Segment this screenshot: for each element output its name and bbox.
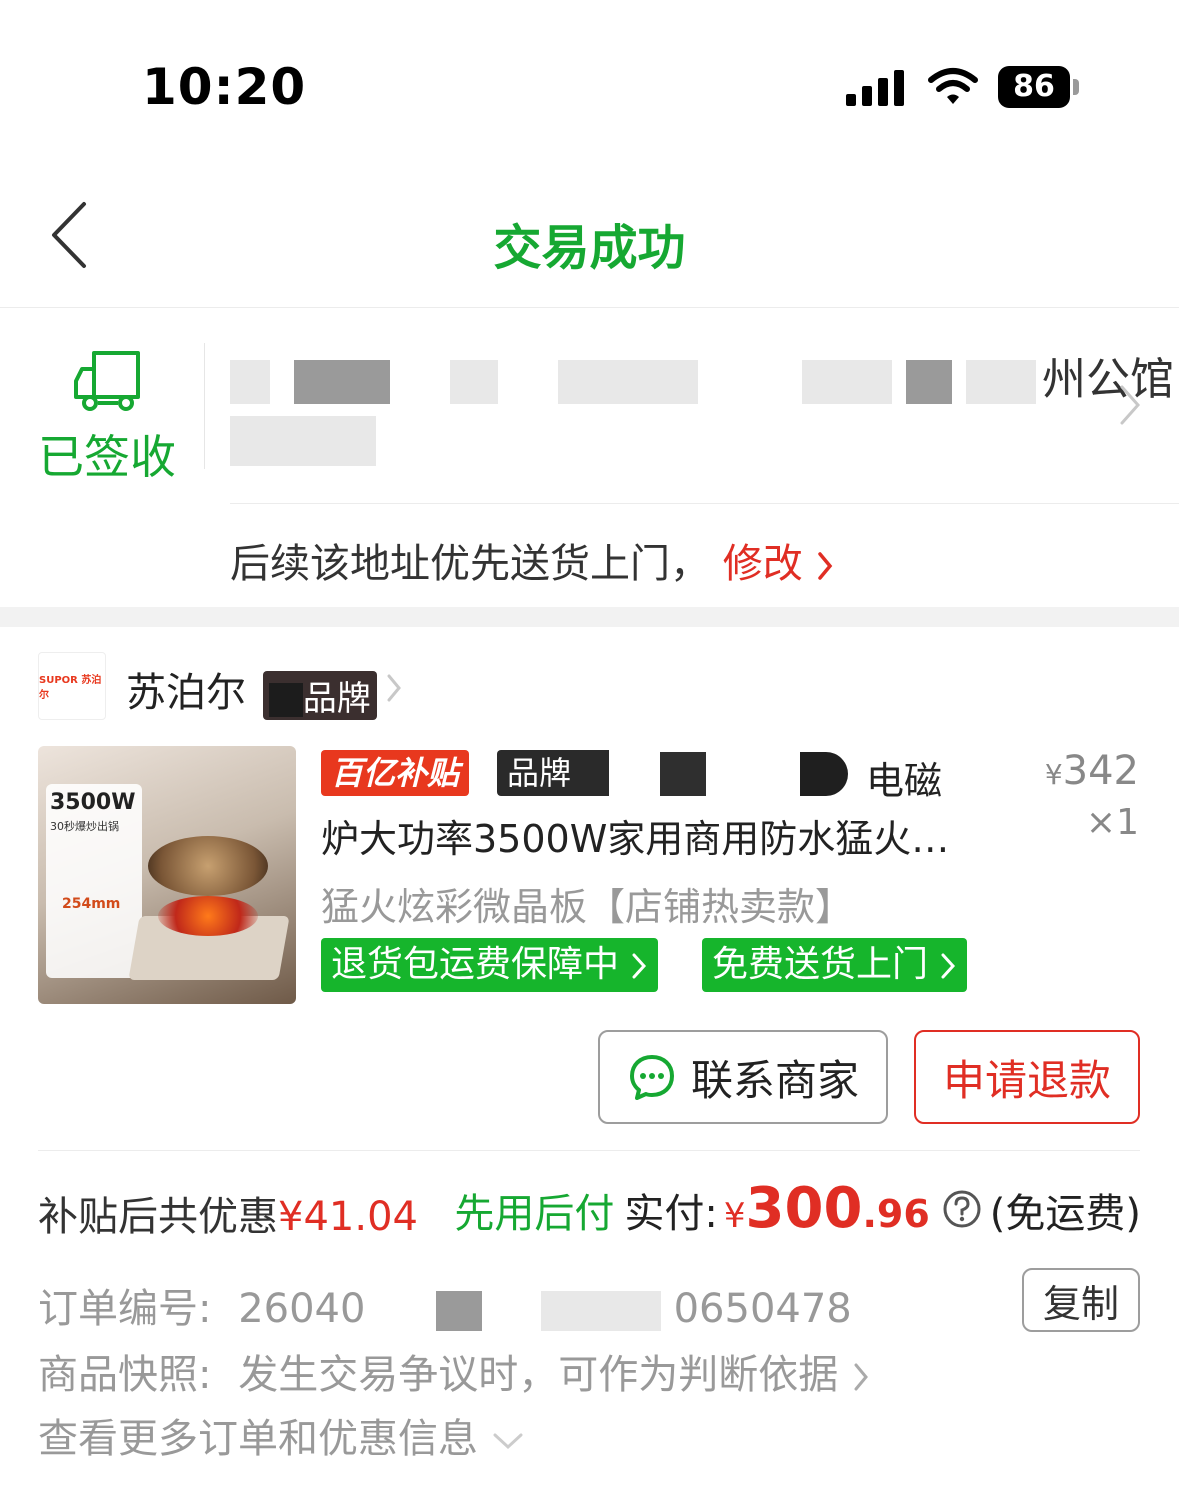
- modify-label: 修改: [722, 541, 803, 587]
- chevron-right-icon: [1120, 385, 1141, 425]
- chat-bubble-icon: [629, 1055, 674, 1100]
- shop-brand-tag: 品牌: [262, 670, 377, 720]
- paid-currency: ¥: [723, 1196, 746, 1236]
- delivery-status: 已签收: [38, 430, 176, 484]
- image-power-text: 3500W: [50, 790, 136, 815]
- shop-logo: SUPOR 苏泊尔: [38, 652, 106, 720]
- pay-later-label: 先用后付: [454, 1191, 615, 1237]
- chevron-right-icon: [632, 953, 647, 979]
- order-number-row: 订单编号: 26040 0650478: [38, 1276, 852, 1334]
- address-line-1: 州公馆: [230, 343, 1174, 407]
- subsidy-badge: 百亿补贴: [321, 750, 470, 796]
- image-wok-shape: [148, 836, 268, 896]
- product-price-value: 342: [1062, 748, 1139, 794]
- paid-amount-integer: 300: [745, 1176, 863, 1241]
- discount-label: 补贴后共优惠: [38, 1194, 278, 1240]
- image-flame-shape: [158, 896, 258, 936]
- redaction: [660, 752, 706, 796]
- product-quantity: ×1: [1085, 802, 1139, 843]
- shop-name-text: 苏泊尔: [126, 670, 246, 716]
- divider: [204, 343, 205, 469]
- battery-icon: 86: [998, 66, 1080, 108]
- more-order-info-toggle[interactable]: 查看更多订单和优惠信息: [38, 1406, 525, 1464]
- service-2-label: 免费送货上门: [712, 944, 929, 985]
- address-line-2: [230, 413, 376, 466]
- page-title: 交易成功: [493, 220, 686, 276]
- shop-header[interactable]: SUPOR 苏泊尔 苏泊尔 品牌: [0, 640, 1179, 730]
- brand-badge: 品牌: [497, 750, 609, 796]
- product-item[interactable]: 3500W 30秒爆炒出锅 254mm 百亿补贴 品牌 电磁 炉大功率3500W…: [0, 744, 1179, 1014]
- chevron-right-icon: [854, 1363, 868, 1391]
- chevron-right-icon: [818, 552, 833, 580]
- status-time: 10:20: [142, 58, 307, 116]
- apply-refund-label: 申请退款: [942, 1055, 1111, 1105]
- paid-amount-decimal: .96: [862, 1192, 930, 1236]
- contact-merchant-button[interactable]: 联系商家: [598, 1030, 888, 1124]
- delivery-address-card[interactable]: 已签收 州公馆 后续该地址优先送货上门， 修改: [0, 309, 1179, 607]
- status-bar: 10:20 86: [0, 0, 1179, 150]
- battery-level: 86: [998, 66, 1070, 108]
- copy-label: 复制: [1042, 1281, 1119, 1326]
- product-price: ¥342: [1044, 748, 1139, 794]
- payment-summary: 先用后付 实付: ¥ 300 .96 (免运费): [454, 1176, 1141, 1241]
- discount-amount: ¥41.04: [278, 1194, 418, 1240]
- product-title-line-1: 电磁: [866, 759, 943, 803]
- snapshot-row[interactable]: 商品快照: 发生交易争议时，可作为判断依据: [38, 1342, 871, 1400]
- cellular-signal-icon: [846, 70, 904, 106]
- modify-address-link[interactable]: 修改: [723, 541, 836, 587]
- section-gap: [0, 607, 1179, 627]
- free-delivery-tag[interactable]: 免费送货上门: [702, 938, 968, 992]
- product-image[interactable]: 3500W 30秒爆炒出锅 254mm: [38, 746, 296, 1004]
- shop-name: 苏泊尔 品牌: [126, 660, 377, 720]
- order-info: 订单编号: 26040 0650478 复制 商品快照: 发生交易争议时，可作为…: [0, 1246, 1179, 1488]
- shop-brand-tag-text: 品牌: [302, 678, 371, 719]
- address-priority-tip: 后续该地址优先送货上门， 修改: [230, 531, 835, 589]
- image-size-text: 254mm: [62, 896, 121, 912]
- discount-summary: 补贴后共优惠¥41.04: [38, 1184, 418, 1242]
- divider: [38, 1150, 1140, 1151]
- address-visible-text: 州公馆: [1042, 354, 1174, 405]
- nav-bar: 交易成功: [0, 170, 1179, 308]
- order-number-prefix: 26040: [238, 1286, 366, 1332]
- address-tip-text: 后续该地址优先送货上门，: [230, 541, 710, 587]
- chevron-down-icon: [493, 1433, 523, 1450]
- wifi-icon: [928, 68, 978, 104]
- chevron-right-icon: [387, 674, 401, 702]
- return-shipping-guarantee-tag[interactable]: 退货包运费保障中: [321, 938, 659, 992]
- more-info-label: 查看更多订单和优惠信息: [38, 1416, 478, 1462]
- order-number-label: 订单编号:: [38, 1286, 212, 1332]
- snapshot-value: 发生交易争议时，可作为判断依据: [238, 1352, 839, 1398]
- order-number-suffix: 0650478: [673, 1286, 852, 1332]
- shipping-note: (免运费): [989, 1191, 1141, 1237]
- chevron-right-icon: [941, 953, 956, 979]
- redaction: [800, 752, 848, 796]
- copy-order-number-button[interactable]: 复制: [1022, 1268, 1140, 1332]
- paid-label: 实付:: [624, 1191, 718, 1237]
- product-title-line-2: 炉大功率3500W家用商用防水猛火炒菜: [321, 817, 961, 861]
- truck-icon: [74, 351, 140, 411]
- help-icon[interactable]: [942, 1189, 982, 1229]
- apply-refund-button[interactable]: 申请退款: [914, 1030, 1140, 1124]
- divider: [230, 503, 1179, 504]
- snapshot-label: 商品快照:: [38, 1352, 212, 1398]
- service-1-label: 退货包运费保障中: [331, 944, 620, 985]
- image-sub-text: 30秒爆炒出锅: [50, 820, 119, 833]
- product-spec: 猛火炫彩微晶板【店铺热卖款】: [321, 885, 854, 929]
- contact-merchant-label: 联系商家: [690, 1055, 859, 1105]
